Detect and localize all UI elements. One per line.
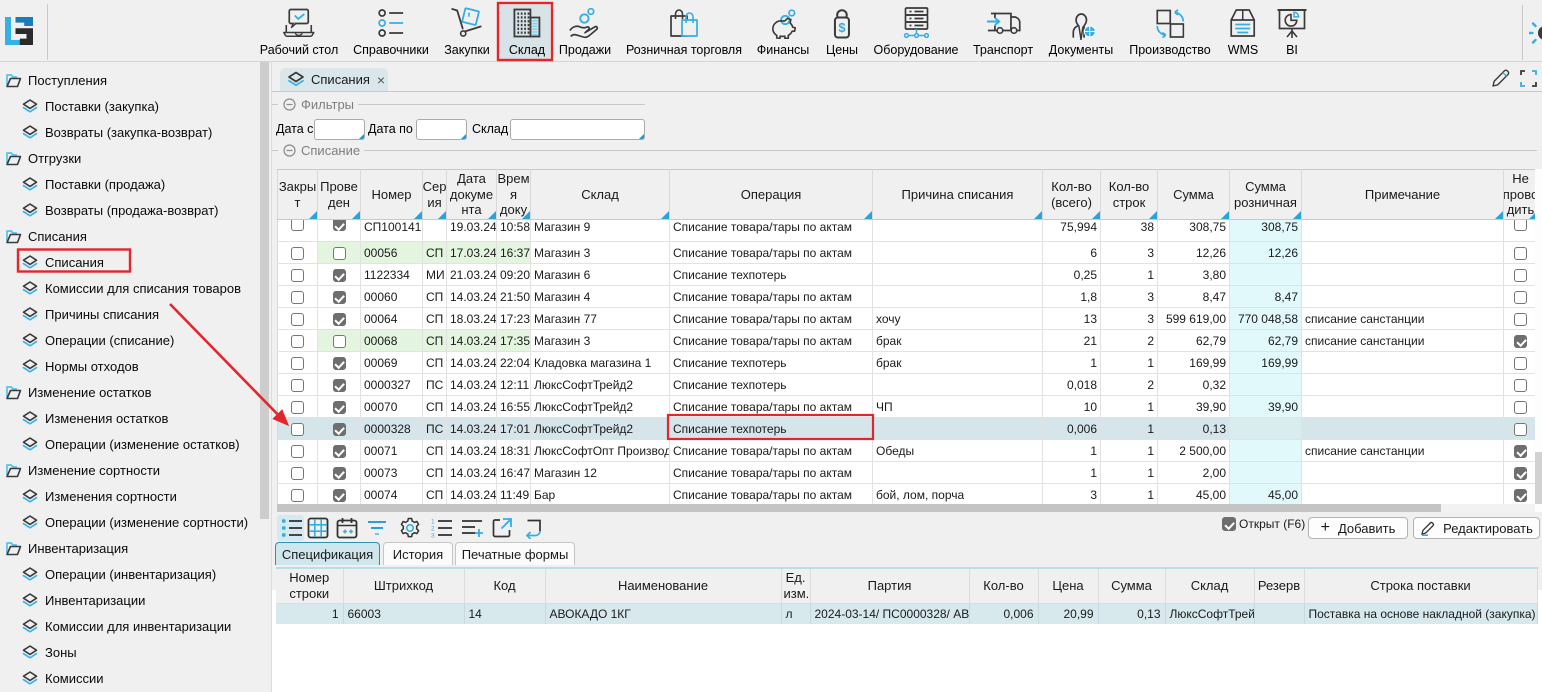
svg-text:$: $ <box>838 20 846 35</box>
svg-text:2: 2 <box>431 526 435 533</box>
svg-text:1: 1 <box>431 519 435 526</box>
svg-text:3: 3 <box>431 533 435 540</box>
